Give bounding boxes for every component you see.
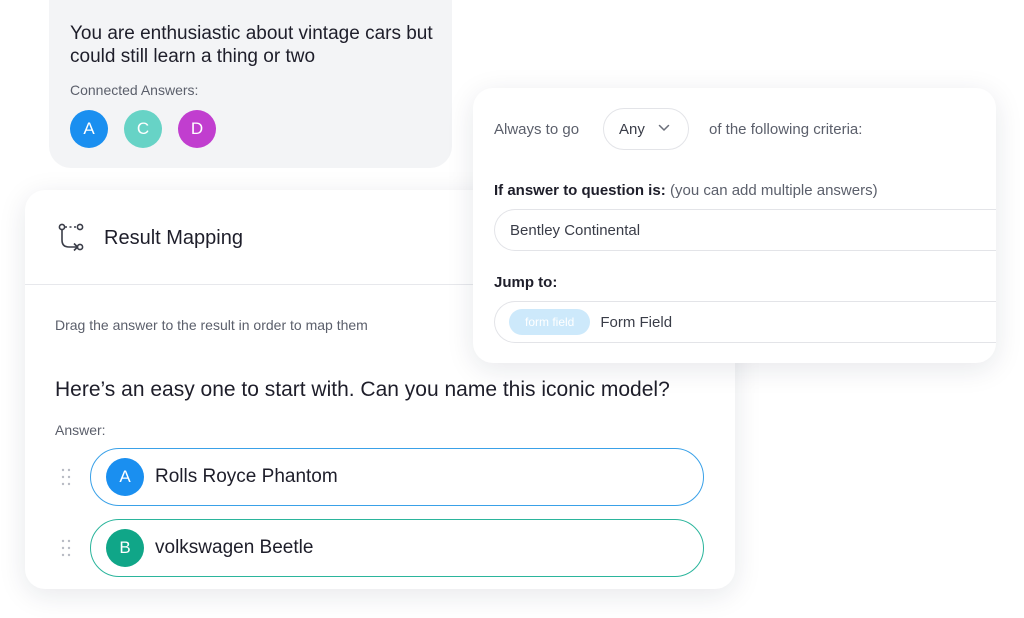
drag-handle-icon[interactable] <box>61 538 71 558</box>
answer-row[interactable]: A Rolls Royce Phantom <box>61 448 706 506</box>
connected-answers-label: Connected Answers: <box>70 82 199 98</box>
mapping-help-text: Drag the answer to the result in order t… <box>55 317 368 333</box>
if-answer-label: If answer to question is: <box>494 182 666 199</box>
form-field-chip[interactable]: form field <box>509 309 591 335</box>
answer-text: Rolls Royce Phantom <box>155 466 338 487</box>
always-go-label: Always to go <box>494 121 580 138</box>
answer-letter-badge: A <box>106 458 144 496</box>
answer-input[interactable]: Bentley Continental <box>494 209 996 251</box>
result-mapping-title: Result Mapping <box>104 227 243 249</box>
logic-jump-card: Always to go Any of the following criter… <box>473 88 996 363</box>
answer-label: Answer: <box>55 422 106 438</box>
result-card: You are enthusiastic about vintage cars … <box>49 0 452 168</box>
criteria-label: of the following criteria: <box>709 121 863 138</box>
answer-text: volkswagen Beetle <box>155 537 314 558</box>
connected-answers-badges: A C D <box>70 110 216 148</box>
answer-input-value: Bentley Continental <box>510 221 641 239</box>
any-dropdown-value: Any <box>619 120 645 138</box>
chevron-down-icon <box>658 124 670 132</box>
drag-handle-icon[interactable] <box>61 467 71 487</box>
answer-letter-badge: B <box>106 529 144 567</box>
answer-badge-a[interactable]: A <box>70 110 108 148</box>
jump-to-value: Form Field <box>600 313 673 331</box>
jump-to-label: Jump to: <box>494 274 558 291</box>
jump-to-field[interactable]: form field Form Field <box>494 301 996 343</box>
answer-option-b[interactable]: B volkswagen Beetle <box>90 519 704 577</box>
result-title: You are enthusiastic about vintage cars … <box>70 23 433 67</box>
answer-option-a[interactable]: A Rolls Royce Phantom <box>90 448 704 506</box>
if-answer-hint: (you can add multiple answers) <box>670 182 878 199</box>
answer-badge-d[interactable]: D <box>178 110 216 148</box>
route-icon <box>58 223 84 252</box>
answer-row[interactable]: B volkswagen Beetle <box>61 519 706 577</box>
any-dropdown[interactable]: Any <box>603 108 689 150</box>
question-text: Here’s an easy one to start with. Can yo… <box>55 378 670 401</box>
answer-badge-c[interactable]: C <box>124 110 162 148</box>
